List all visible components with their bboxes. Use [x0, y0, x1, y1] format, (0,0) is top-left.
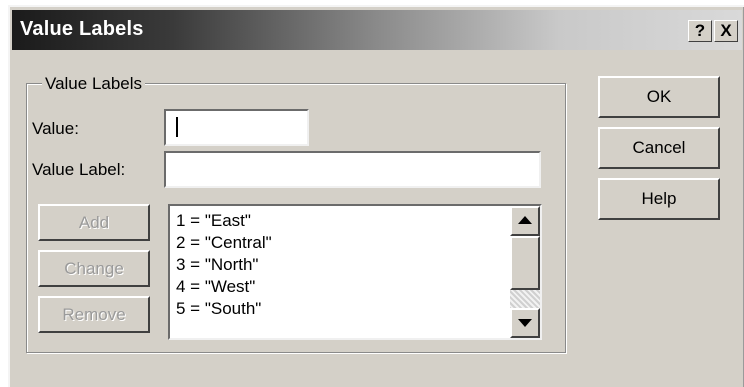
close-button[interactable]: X: [714, 20, 738, 42]
list-item[interactable]: 5 = "South": [176, 298, 272, 320]
add-button[interactable]: Add: [38, 204, 150, 241]
value-input[interactable]: [164, 109, 309, 146]
change-button[interactable]: Change: [38, 250, 150, 287]
title-bar: Value Labels ? X: [12, 10, 742, 50]
help-title-button[interactable]: ?: [688, 20, 712, 42]
value-label-field-label: Value Label:: [32, 160, 126, 179]
help-button[interactable]: Help: [598, 178, 720, 220]
list-item[interactable]: 3 = "North": [176, 254, 272, 276]
groupbox-label: Value Labels: [42, 74, 146, 94]
list-item[interactable]: 1 = "East": [176, 210, 272, 232]
value-field-label: Value:: [32, 119, 79, 138]
text-caret: [176, 117, 178, 137]
value-label-input[interactable]: [164, 151, 541, 188]
scroll-up-button[interactable]: [510, 206, 540, 236]
dialog-title: Value Labels: [20, 18, 144, 40]
arrow-up-icon: [518, 216, 532, 224]
list-item[interactable]: 2 = "Central": [176, 232, 272, 254]
value-labels-list[interactable]: 1 = "East" 2 = "Central" 3 = "North" 4 =…: [168, 204, 542, 340]
list-scrollbar[interactable]: [510, 206, 540, 338]
scroll-down-button[interactable]: [510, 308, 540, 338]
list-items: 1 = "East" 2 = "Central" 3 = "North" 4 =…: [176, 210, 272, 320]
remove-button[interactable]: Remove: [38, 296, 150, 333]
list-item[interactable]: 4 = "West": [176, 276, 272, 298]
ok-button[interactable]: OK: [598, 76, 720, 118]
cancel-button[interactable]: Cancel: [598, 127, 720, 169]
scroll-thumb[interactable]: [510, 236, 540, 290]
arrow-down-icon: [518, 319, 532, 327]
